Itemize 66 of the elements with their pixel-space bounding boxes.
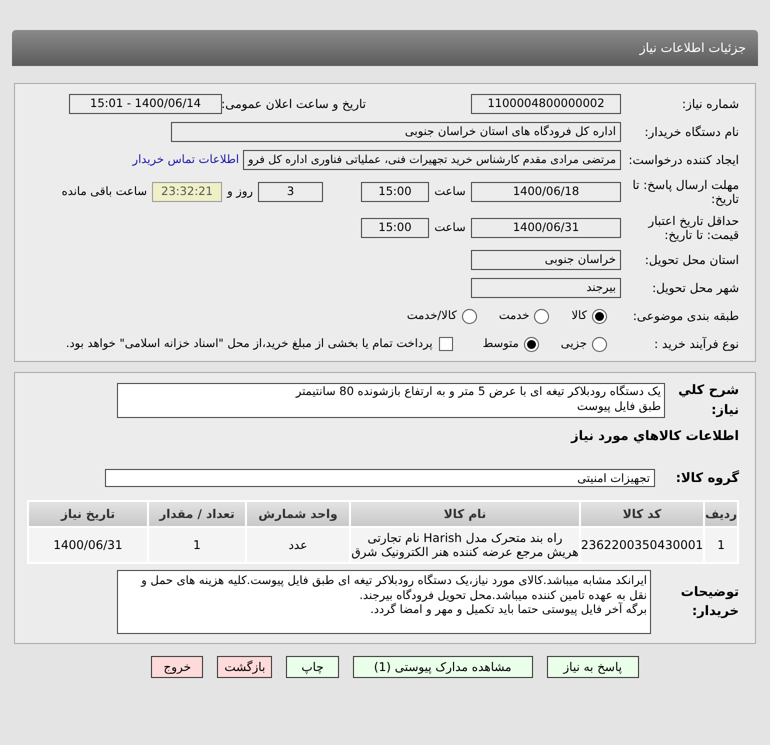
notes-text: ایرانکد مشابه میباشد.کالای مورد نیاز،یک دستگاه رودبلاکر تیغه ای طبق فایل پیوست.کلیه هزینه های حمل و نقل به عهده تامین کننده میباشد.محل تحویل فرودگاه بیرجند.: [140, 573, 647, 602]
field-label: شماره نیاز:: [681, 96, 739, 113]
field-label: توضیحات خریدار:: [680, 584, 739, 621]
field-label: طبقه بندی موضوعی:: [632, 308, 739, 325]
radio-label: خدمت: [498, 307, 530, 324]
summary-line: طبق فایل پیوست: [576, 399, 661, 414]
action-button[interactable]: چاپ: [286, 656, 339, 678]
checkbox[interactable]: [438, 337, 453, 351]
column-header: تاریخ نیاز: [28, 501, 148, 527]
field-label: تاریخ و ساعت اعلان عمومی:: [222, 96, 366, 113]
table-cell: 1400/06/31: [28, 527, 148, 563]
field-value: 1400/06/31: [471, 218, 621, 238]
radio-label: کالا/خدمت: [406, 307, 457, 324]
days-label: روز و: [226, 183, 254, 200]
radio-button[interactable]: [592, 308, 607, 324]
field-value: 1400/06/14 - 15:01: [69, 94, 222, 114]
field-value: تجهیزات امنیتی: [105, 469, 655, 488]
field-value: 1100004800000002: [471, 94, 621, 114]
table-cell: 1: [704, 527, 738, 563]
table-cell: 2362200350430001: [580, 527, 704, 563]
field-value: اداره کل فرودگاه های استان خراسان جنوبی: [171, 122, 621, 142]
radio-button[interactable]: [462, 308, 477, 324]
field-value: خراسان جنوبی: [471, 250, 621, 270]
column-header: تعداد / مقدار: [148, 501, 246, 527]
radio-button[interactable]: [592, 336, 607, 352]
radio-label: متوسط: [482, 335, 519, 352]
time-label: ساعت: [433, 219, 467, 236]
radio-button[interactable]: [534, 308, 550, 324]
radio-label: کالا: [571, 307, 587, 324]
radio-label: جزیی: [560, 335, 587, 352]
payment-note: پرداخت تمام یا بخشی از مبلغ خرید،از محل "اسناد خزانه اسلامی" خواهد بود.: [66, 335, 433, 352]
field-label: شهر محل تحویل:: [651, 280, 739, 297]
column-header: نام کالا: [350, 501, 580, 527]
table-cell: عدد: [246, 527, 350, 563]
field-label: نوع فرآیند خرید :: [653, 336, 739, 353]
table-cell: 1: [148, 527, 246, 563]
radio-button[interactable]: [524, 336, 539, 352]
field-label: حداقل تاریخ اعتبار قیمت: تا تاریخ:: [646, 214, 739, 242]
time-label: ساعت: [433, 183, 467, 200]
field-label: ایجاد کننده درخواست:: [627, 152, 739, 169]
action-button[interactable]: مشاهده مدارک پیوستی (1): [352, 656, 533, 678]
column-header: کد کالا: [580, 501, 704, 527]
field-label: استان محل تحویل:: [644, 252, 739, 269]
field-label: مهلت ارسال پاسخ: تا تاریخ:: [631, 178, 739, 206]
field-value: 3: [258, 182, 323, 202]
field-value: 1400/06/18: [471, 182, 621, 202]
buyer-contact-link[interactable]: اطلاعات تماس خریدار: [132, 151, 240, 169]
action-button[interactable]: خروج: [151, 656, 204, 678]
field-label: شرح کلي نياز:: [677, 382, 739, 420]
table-cell: راه بند متحرک مدل Harish نام تجارتی هریش مرجع عرضه کننده هنر الکترونیک شرق: [350, 527, 580, 563]
field-value: 15:00: [361, 218, 429, 238]
goods-section-title: اطلاعات کالاهاي مورد نياز: [570, 428, 739, 446]
remaining-time: 23:32:21: [152, 182, 222, 202]
action-button[interactable]: پاسخ به نیاز: [546, 656, 639, 678]
column-header: ردیف: [704, 501, 738, 527]
field-value: مرتضی مرادی مقدم کارشناس خرید تجهیرات فنی، عملیاتی فناوری اداره کل فرو: [243, 150, 621, 170]
field-label: گروه کالا:: [674, 469, 739, 488]
column-header: واحد شمارش: [246, 501, 350, 527]
summary-line: یک دستگاه رودبلاکر تیغه ای با عرض 5 متر و به ارتفاع بازشونده 80 سانتیمتر: [294, 384, 661, 399]
page-title: جزئیات اطلاعات نیاز: [640, 38, 746, 57]
field-value: بیرجند: [471, 278, 621, 298]
action-button[interactable]: بازگشت: [217, 656, 272, 678]
notes-text: برگه آخر فایل پیوستی حتما باید تکمیل و مهر و امضا گردد.: [369, 602, 647, 616]
remaining-label: ساعت باقی مانده: [62, 183, 147, 200]
field-value: 15:00: [361, 182, 429, 202]
field-label: نام دستگاه خریدار:: [644, 124, 739, 141]
